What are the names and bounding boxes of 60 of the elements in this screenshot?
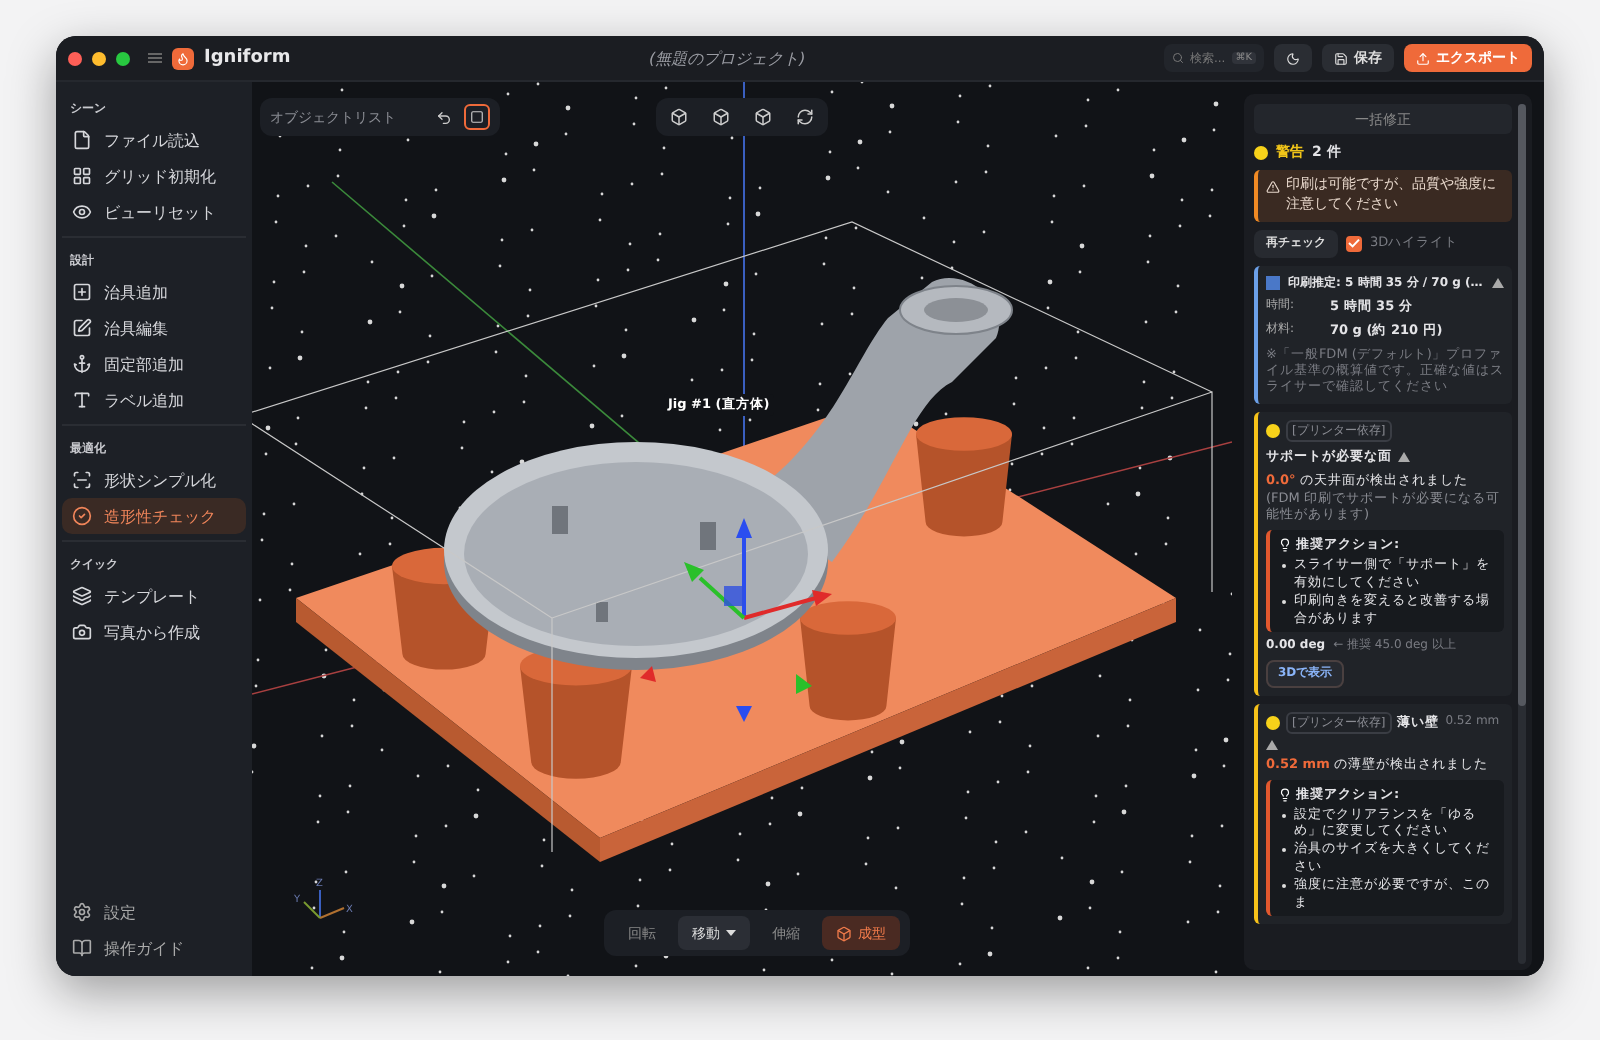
check-circle-icon	[72, 506, 92, 526]
sidebar-item[interactable]: テンプレート	[62, 578, 246, 614]
sidebar-item[interactable]: 造形性チェック	[62, 498, 246, 534]
frame-icon	[72, 470, 92, 490]
app-title: Igniform	[204, 48, 291, 68]
text-icon	[72, 390, 92, 410]
collapse-caret-icon[interactable]	[1492, 277, 1504, 288]
sidebar-item[interactable]: ファイル読込	[62, 122, 246, 158]
close-icon[interactable]	[68, 51, 82, 65]
camera-icon	[72, 622, 92, 642]
sidebar-item[interactable]: 操作ガイド	[62, 930, 246, 966]
lightbulb-icon	[1278, 538, 1292, 553]
rotate-view-button[interactable]	[792, 104, 818, 130]
project-title: (無題のプロジェクト)	[646, 47, 808, 69]
sidebar-item[interactable]: 写真から作成	[62, 614, 246, 650]
caret-icon	[726, 930, 736, 936]
logo-icon	[172, 47, 194, 69]
sidebar-item[interactable]: 治具追加	[62, 274, 246, 310]
lightbulb-icon	[1278, 787, 1292, 802]
cube-view-button[interactable]	[708, 104, 734, 130]
sidebar-item[interactable]: ビューリセット	[62, 194, 246, 230]
undo-icon	[435, 109, 451, 125]
sidebar-item[interactable]: グリッド初期化	[62, 158, 246, 194]
edit-icon	[72, 318, 92, 338]
settings-icon	[72, 902, 92, 922]
collapse-caret-icon[interactable]	[1266, 739, 1278, 750]
sidebar-item[interactable]: 形状シンプル化	[62, 462, 246, 498]
book-icon	[72, 938, 92, 958]
sidebar-item[interactable]: 設定	[62, 894, 246, 930]
collapse-caret-icon[interactable]	[1398, 451, 1410, 462]
warning-icon	[1266, 180, 1280, 194]
box-mode-button[interactable]	[464, 104, 490, 130]
search-icon	[1171, 52, 1184, 64]
maximize-icon[interactable]	[116, 51, 130, 65]
scrollbar[interactable]	[1518, 104, 1526, 964]
grid-icon	[72, 166, 92, 186]
file-icon	[72, 130, 92, 150]
cube-icon	[836, 925, 852, 941]
theme-toggle-button[interactable]	[1274, 44, 1312, 72]
save-icon	[1334, 51, 1348, 65]
moon-icon	[1286, 51, 1300, 65]
sidebar-item[interactable]: 固定部追加	[62, 346, 246, 382]
eye-icon	[72, 202, 92, 222]
upload-icon	[1416, 51, 1430, 65]
cube-view-button[interactable]	[666, 104, 692, 130]
plus-square-icon	[72, 282, 92, 302]
cube-view-button[interactable]	[750, 104, 776, 130]
warning-dot-icon	[1254, 145, 1268, 159]
axis-triad-icon	[303, 889, 345, 919]
sidebar-item[interactable]: 治具編集	[62, 310, 246, 346]
layers-icon	[72, 586, 92, 606]
sidebar-item[interactable]: ラベル追加	[62, 382, 246, 418]
highlight-checkbox[interactable]	[1346, 235, 1362, 252]
warning-dot-icon	[1266, 423, 1280, 438]
warning-dot-icon	[1266, 715, 1280, 730]
menu-icon[interactable]	[148, 52, 162, 64]
square-icon	[470, 110, 484, 124]
anchor-icon	[72, 354, 92, 374]
chart-icon	[1266, 275, 1280, 290]
minimize-icon[interactable]	[92, 51, 106, 65]
